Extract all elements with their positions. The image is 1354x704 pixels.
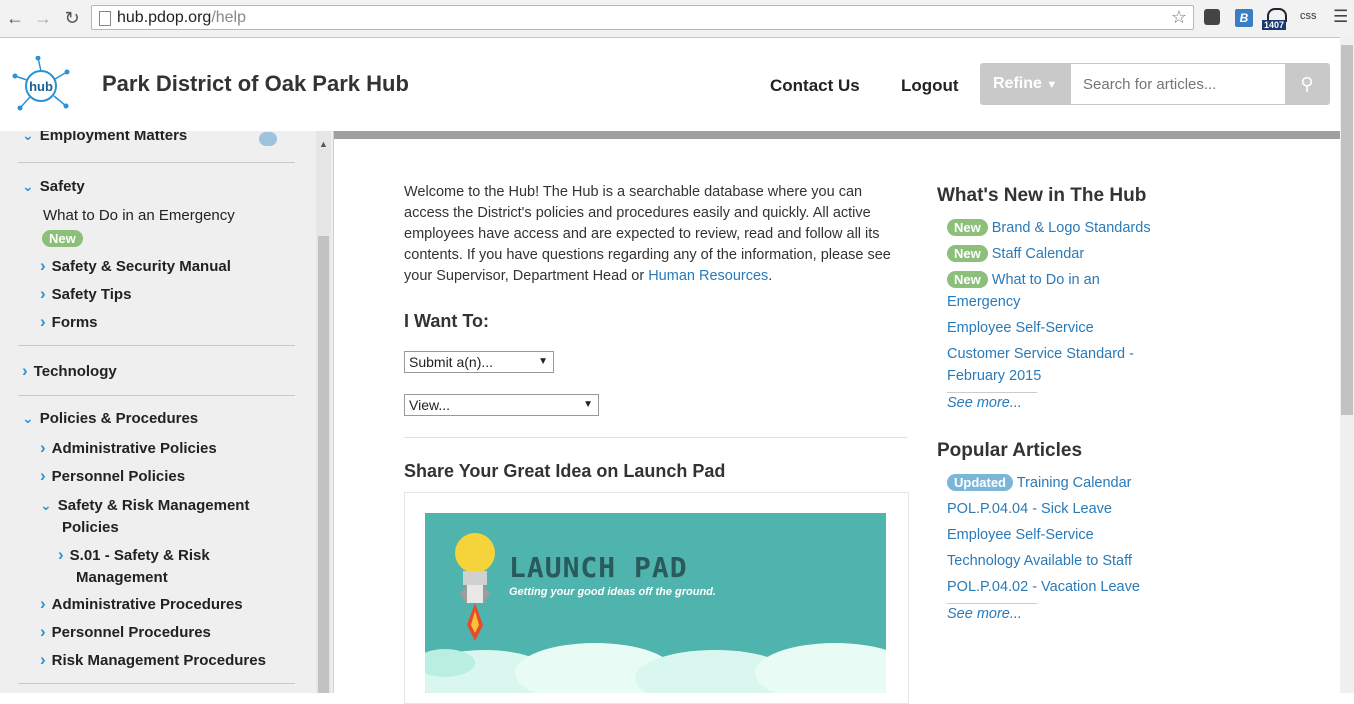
launch-pad-banner[interactable]: LAUNCH PAD Getting your good ideas off t… <box>425 513 886 693</box>
updated-badge: Updated <box>947 474 1013 491</box>
whats-new-item[interactable]: Customer Service Standard - February 201… <box>947 343 1142 387</box>
chevron-right-icon: › <box>40 438 46 457</box>
new-badge: New <box>947 245 988 262</box>
search-button[interactable]: ⚲ <box>1285 64 1329 104</box>
site-header: hub Park District of Oak Park Hub Contac… <box>0 38 1354 131</box>
sidebar-item-safety-risk-policies[interactable]: ⌄ Safety & Risk Management Policies <box>40 494 249 539</box>
url-text: hub.pdop.org/help <box>117 9 247 26</box>
popular-item[interactable]: POL.P.04.02 - Vacation Leave <box>947 576 1162 598</box>
chevron-right-icon: › <box>40 256 46 275</box>
sidebar-divider <box>18 683 295 684</box>
sidebar-item-technology[interactable]: › Technology <box>22 361 117 381</box>
back-arrow-icon[interactable]: ← <box>4 7 26 29</box>
page-scrollbar[interactable] <box>1340 37 1354 693</box>
whats-new-heading: What's New in The Hub <box>937 185 1147 206</box>
i-want-heading: I Want To: <box>404 311 489 331</box>
reload-icon[interactable]: ↻ <box>61 7 83 29</box>
contact-us-link[interactable]: Contact Us <box>770 76 860 96</box>
chevron-right-icon: › <box>40 594 46 613</box>
sidebar-scrollbar[interactable]: ▲ <box>316 131 331 693</box>
chevron-right-icon: › <box>40 312 46 331</box>
hub-logo[interactable]: hub <box>12 56 70 114</box>
sidebar-item-risk-procedures[interactable]: › Risk Management Procedures <box>40 650 266 670</box>
share-idea-heading: Share Your Great Idea on Launch Pad <box>404 461 726 481</box>
chevron-right-icon: › <box>40 284 46 303</box>
chevron-down-icon: ⌄ <box>22 410 34 426</box>
sidebar-item-s01[interactable]: › S.01 - Safety & Risk Management <box>58 544 210 589</box>
forward-arrow-icon[interactable]: → <box>32 7 54 29</box>
chevron-right-icon: › <box>40 650 46 669</box>
sidebar-item-safety-manual[interactable]: › Safety & Security Manual <box>40 256 231 276</box>
sidebar-divider <box>18 162 295 163</box>
popular-item[interactable]: POL.P.04.04 - Sick Leave <box>947 498 1162 520</box>
logout-link[interactable]: Logout <box>901 76 959 96</box>
whats-new-see-more-link[interactable]: See more... <box>947 392 1037 411</box>
popular-see-more-link[interactable]: See more... <box>947 603 1037 622</box>
popular-item[interactable]: Updated Training Calendar <box>947 472 1162 494</box>
sidebar-item-safety[interactable]: ⌄ Safety <box>22 178 85 195</box>
sidebar-scroll-thumb[interactable] <box>318 236 329 693</box>
search-input[interactable] <box>1071 64 1285 104</box>
chevron-right-icon: › <box>40 466 46 485</box>
dropdown-arrow-icon: ▼ <box>583 399 593 410</box>
refine-dropdown[interactable]: Refine ▼ <box>981 64 1071 104</box>
chevron-down-icon: ⌄ <box>22 178 34 194</box>
caret-down-icon: ▼ <box>1046 79 1058 91</box>
sidebar-item-what-to-do[interactable]: What to Do in an Emergency <box>43 207 235 224</box>
view-select[interactable]: View... ▼ <box>404 394 599 416</box>
new-badge: New <box>947 271 988 288</box>
sidebar-item-admin-policies[interactable]: › Administrative Policies <box>40 438 217 458</box>
page-scroll-thumb[interactable] <box>1341 45 1353 415</box>
new-badge: New <box>42 230 83 248</box>
extension-elephant-icon[interactable] <box>1204 9 1220 25</box>
chevron-right-icon: › <box>58 545 64 564</box>
launch-pad-subtitle: Getting your good ideas off the ground. <box>509 586 716 598</box>
refine-label: Refine <box>993 75 1042 92</box>
sidebar: ⌄ Employment Matters ⌄ Safety What to Do i… <box>0 131 334 693</box>
content-divider <box>404 437 907 438</box>
extension-css-icon[interactable]: css <box>1300 10 1317 22</box>
sidebar-item-forms[interactable]: › Forms <box>40 312 98 332</box>
extension-badge-icon[interactable]: 1407 <box>1262 8 1290 34</box>
page-icon <box>99 11 111 26</box>
chevron-right-icon: › <box>22 361 28 380</box>
logo-text: hub <box>29 79 53 94</box>
intro-text: Welcome to the Hub! The Hub is a searcha… <box>404 184 891 284</box>
chevron-down-icon: ⌄ <box>22 131 34 143</box>
site-title[interactable]: Park District of Oak Park Hub <box>102 71 409 97</box>
extension-b-icon[interactable]: B <box>1235 9 1253 27</box>
search-icon: ⚲ <box>1300 74 1314 94</box>
bookmark-star-icon[interactable]: ☆ <box>1171 7 1187 28</box>
sidebar-item-personnel-policies[interactable]: › Personnel Policies <box>40 466 185 486</box>
whats-new-item[interactable]: Employee Self-Service <box>947 317 1162 339</box>
new-badge: New <box>947 219 988 236</box>
launch-pad-illustration <box>425 533 886 693</box>
sidebar-item-employment-matters[interactable]: ⌄ Employment Matters <box>22 131 187 144</box>
whats-new-item[interactable]: New What to Do in an Emergency <box>947 269 1112 313</box>
popular-item[interactable]: Employee Self-Service <box>947 524 1162 546</box>
chevron-down-icon: ⌄ <box>40 497 52 513</box>
menu-icon[interactable]: ☰ <box>1333 8 1348 25</box>
search-bar: Refine ▼ ⚲ <box>980 63 1330 105</box>
popular-articles-heading: Popular Articles <box>937 440 1083 461</box>
chevron-right-icon: › <box>40 622 46 641</box>
human-resources-link[interactable]: Human Resources <box>648 268 768 284</box>
whats-new-item[interactable]: New Brand & Logo Standards <box>947 217 1162 239</box>
whats-new-item[interactable]: New Staff Calendar <box>947 243 1162 265</box>
count-badge <box>259 132 277 146</box>
address-bar[interactable]: hub.pdop.org/help ☆ <box>91 5 1194 30</box>
dropdown-arrow-icon: ▼ <box>538 356 548 367</box>
launch-pad-title: LAUNCH PAD <box>509 551 688 584</box>
scroll-up-arrow-icon[interactable]: ▲ <box>319 139 328 149</box>
sidebar-divider <box>18 345 295 346</box>
sidebar-item-personnel-procedures[interactable]: › Personnel Procedures <box>40 622 211 642</box>
sidebar-divider <box>18 395 295 396</box>
browser-toolbar: ← → ↻ hub.pdop.org/help ☆ B 1407 css ☰ <box>0 0 1354 38</box>
sidebar-item-policies-procedures[interactable]: ⌄ Policies & Procedures <box>22 410 198 427</box>
sidebar-item-safety-tips[interactable]: › Safety Tips <box>40 284 131 304</box>
submit-select[interactable]: Submit a(n)... ▼ <box>404 351 554 373</box>
popular-item[interactable]: Technology Available to Staff <box>947 550 1162 572</box>
main-content: Welcome to the Hub! The Hub is a searcha… <box>334 139 1340 704</box>
sidebar-item-admin-procedures[interactable]: › Administrative Procedures <box>40 594 243 614</box>
